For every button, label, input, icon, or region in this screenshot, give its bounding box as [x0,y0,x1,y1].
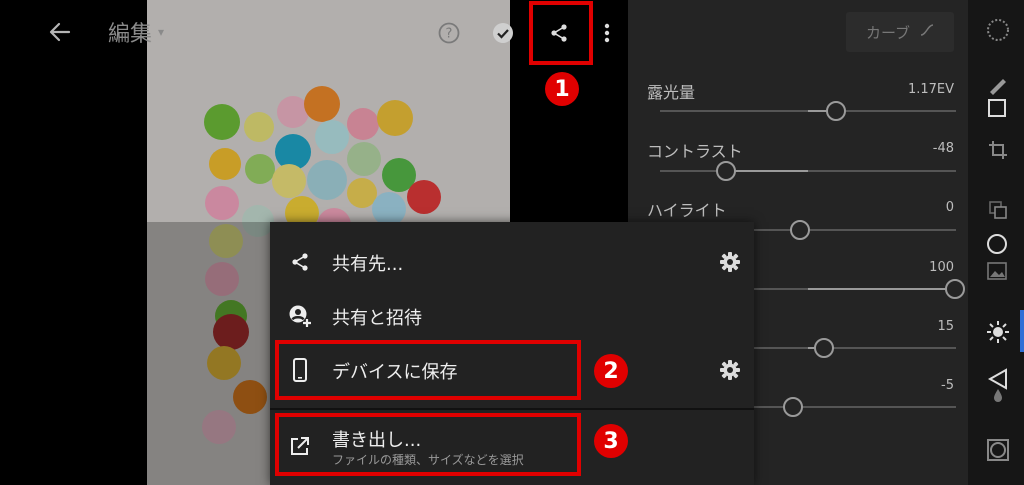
add-person-icon [288,304,312,328]
brush-icon[interactable] [986,76,1010,96]
crop-icon[interactable] [986,138,1010,162]
curve-button[interactable]: カーブ [846,12,954,52]
check-icon[interactable] [490,20,516,46]
callout-badge-2: 2 [594,354,628,388]
light-icon[interactable] [984,318,1012,346]
square-selection-icon[interactable] [986,97,1008,119]
menu-item-share-to[interactable]: 共有先... [270,236,754,288]
gear-icon[interactable] [718,358,742,382]
svg-text:?: ? [446,27,453,42]
highlight-box-share [529,1,593,65]
active-tool-indicator [1020,310,1024,352]
presets-icon[interactable] [984,16,1012,44]
contrast-slider-track[interactable] [660,170,956,172]
circle-mask-icon[interactable] [984,231,1010,257]
adjustment-6-slider-thumb[interactable] [783,397,803,417]
back-arrow-icon[interactable] [46,18,74,46]
contrast-label: コントラスト [647,142,743,161]
vignette-icon[interactable] [984,436,1012,464]
exposure-label: 露光量 [647,83,696,102]
image-icon[interactable] [986,260,1008,282]
more-options-icon[interactable] [598,20,616,46]
help-icon[interactable]: ? [436,20,462,46]
adjustment-4-slider-thumb[interactable] [945,279,965,299]
exposure-slider-thumb[interactable] [826,101,846,121]
chevron-down-icon: ▾ [158,25,165,39]
curve-icon [920,23,934,41]
adjustment-5-value: 15 [937,319,954,334]
callout-badge-1: 1 [545,72,579,106]
curve-button-label: カーブ [865,23,911,42]
menu-item-share-invite[interactable]: 共有と招待 [270,290,754,342]
menu-divider [270,408,754,410]
menu-item-label: 共有と招待 [332,308,422,329]
gear-icon[interactable] [718,250,742,274]
highlights-label: ハイライト [647,201,727,220]
drop-icon[interactable] [990,387,1006,403]
highlights-value: 0 [945,200,954,215]
callout-badge-3: 3 [594,424,628,458]
layers-icon[interactable] [986,198,1010,222]
adjustment-4-value: 100 [929,260,954,275]
adjustment-6-value: -5 [941,378,954,393]
highlights-slider-thumb[interactable] [790,220,810,240]
highlight-box-export [275,413,581,476]
highlight-box-save-to-device [275,340,581,400]
edit-menu-title[interactable]: 編集 ▾ [108,16,164,48]
contrast-slider-thumb[interactable] [716,161,736,181]
menu-item-label: 共有先... [332,254,404,275]
exposure-slider-track[interactable] [660,110,956,112]
contrast-value: -48 [932,141,954,156]
share-icon [288,250,312,274]
exposure-value: 1.17EV [907,82,954,97]
adjustment-5-slider-thumb[interactable] [814,338,834,358]
page-title: 編集 [108,22,153,47]
